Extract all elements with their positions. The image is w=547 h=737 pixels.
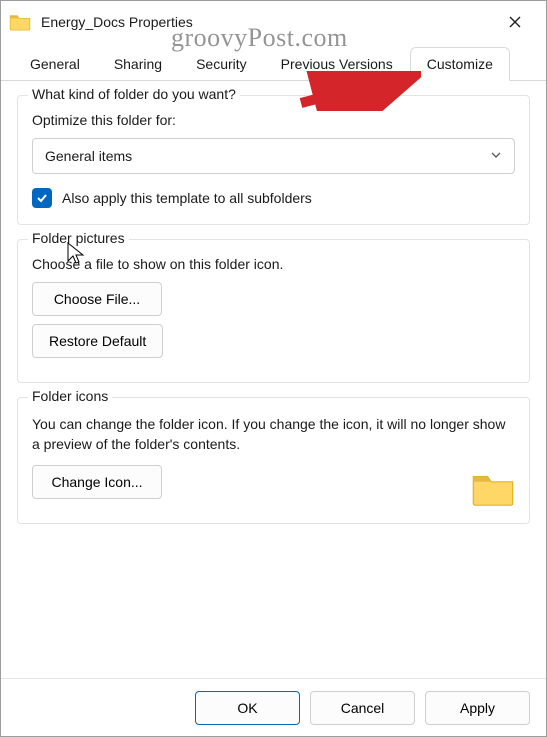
group-legend: Folder icons [28, 388, 112, 404]
subfolders-checkbox[interactable] [32, 188, 52, 208]
tab-security[interactable]: Security [179, 47, 264, 80]
restore-default-button[interactable]: Restore Default [32, 324, 163, 358]
group-folder-pictures: Folder pictures Choose a file to show on… [17, 239, 530, 383]
tab-content: What kind of folder do you want? Optimiz… [1, 81, 546, 678]
folder-icon [9, 13, 31, 31]
button-label: Restore Default [49, 333, 146, 349]
tab-strip: General Sharing Security Previous Versio… [1, 43, 546, 81]
icons-desc: You can change the folder icon. If you c… [32, 414, 515, 455]
button-label: Cancel [341, 700, 385, 716]
select-value: General items [45, 148, 132, 164]
ok-button[interactable]: OK [195, 691, 300, 725]
group-optimize: What kind of folder do you want? Optimiz… [17, 95, 530, 225]
tab-label: Customize [427, 56, 493, 72]
subfolders-checkbox-label: Also apply this template to all subfolde… [62, 190, 312, 206]
button-label: OK [237, 700, 257, 716]
tab-label: General [30, 56, 80, 72]
tab-label: Sharing [114, 56, 162, 72]
optimize-select[interactable]: General items [32, 138, 515, 174]
button-label: Apply [460, 700, 495, 716]
chevron-down-icon [490, 148, 502, 164]
pictures-desc: Choose a file to show on this folder ico… [32, 256, 515, 272]
tab-label: Previous Versions [281, 56, 393, 72]
tab-previous-versions[interactable]: Previous Versions [264, 47, 410, 80]
button-label: Change Icon... [51, 474, 142, 490]
tab-general[interactable]: General [13, 47, 97, 80]
tab-label: Security [196, 56, 247, 72]
tab-sharing[interactable]: Sharing [97, 47, 179, 80]
close-icon [509, 16, 521, 28]
group-folder-icons: Folder icons You can change the folder i… [17, 397, 530, 524]
optimize-label: Optimize this folder for: [32, 112, 515, 128]
check-icon [36, 192, 48, 204]
properties-dialog: Energy_Docs Properties General Sharing S… [0, 0, 547, 737]
close-button[interactable] [492, 6, 538, 38]
subfolders-checkbox-row: Also apply this template to all subfolde… [32, 188, 515, 208]
choose-file-button[interactable]: Choose File... [32, 282, 162, 316]
tab-customize[interactable]: Customize [410, 47, 510, 81]
titlebar: Energy_Docs Properties [1, 1, 546, 43]
group-legend: Folder pictures [28, 230, 129, 246]
cancel-button[interactable]: Cancel [310, 691, 415, 725]
apply-button[interactable]: Apply [425, 691, 530, 725]
button-label: Choose File... [54, 291, 140, 307]
window-title: Energy_Docs Properties [41, 14, 492, 30]
change-icon-button[interactable]: Change Icon... [32, 465, 162, 499]
folder-preview-icon [471, 471, 515, 507]
dialog-footer: OK Cancel Apply [1, 678, 546, 736]
group-legend: What kind of folder do you want? [28, 86, 240, 102]
